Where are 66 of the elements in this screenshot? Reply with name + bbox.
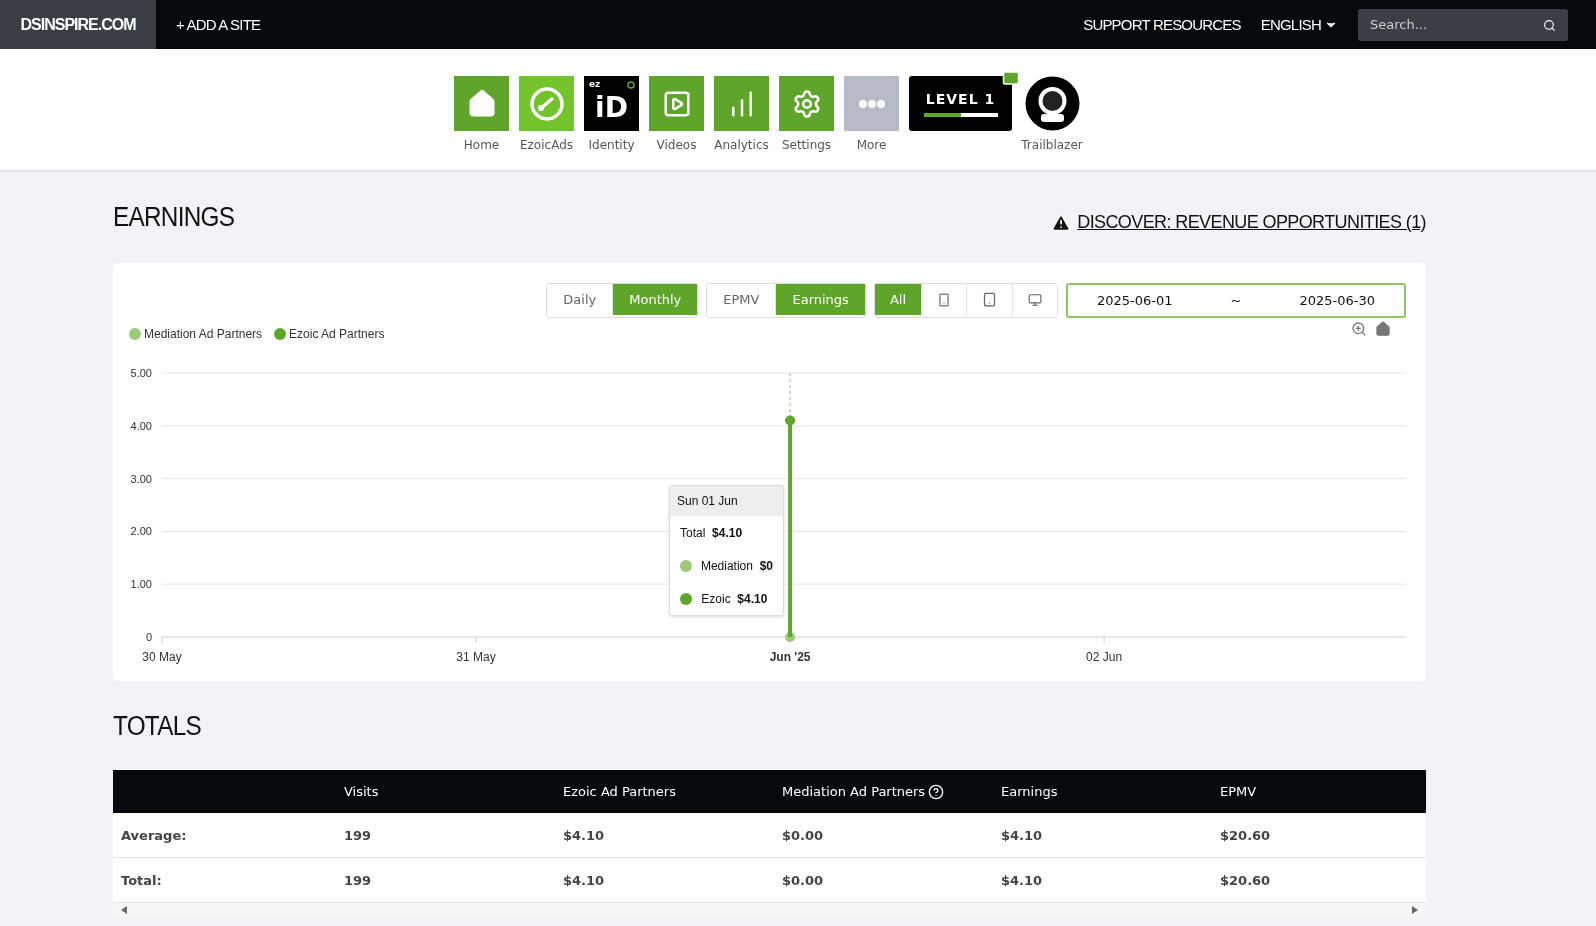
column-header: EPMV: [1220, 784, 1257, 799]
table-cell-text: $4.10: [563, 827, 606, 843]
more-icon: [858, 99, 885, 108]
tooltip-total: Total $4.10: [680, 526, 743, 540]
y-axis-label: 4.00: [130, 419, 152, 432]
home-icon[interactable]: [1375, 321, 1391, 337]
date-range-field[interactable]: 2025-06-01 ~ 2025-06-30: [1066, 283, 1406, 318]
language-dropdown[interactable]: ENGLISH: [1260, 16, 1338, 33]
search-icon: [1543, 18, 1556, 32]
legend-item[interactable]: Ezoic Ad Partners: [274, 327, 385, 341]
settings-icon: [791, 88, 822, 119]
x-axis-label: 31 May: [456, 650, 496, 664]
monitor-icon: [1028, 292, 1042, 307]
table-cell-text: $4.10: [1001, 872, 1044, 888]
discover-link[interactable]: DISCOVER: REVENUE OPPORTUNITIES (1): [1051, 212, 1426, 233]
support-link[interactable]: SUPPORT RESOURCES: [1083, 16, 1241, 33]
help-icon[interactable]: [928, 783, 945, 800]
table-cell-text: $0.00: [782, 827, 825, 843]
data-point: [785, 632, 796, 642]
table-cell-text: 199: [344, 872, 373, 888]
tooltip-date: Sun 01 Jun: [677, 494, 738, 508]
x-axis-label: 02 Jun: [1086, 650, 1123, 664]
level-badge[interactable]: LEVEL 1: [909, 76, 1012, 131]
gauge-icon: [528, 85, 565, 122]
trailblazer-tile[interactable]: Trailblazer: [1022, 76, 1082, 170]
y-axis-label: 5.00: [130, 367, 152, 379]
x-axis-label: Jun '25: [769, 650, 811, 664]
warning-icon: [1051, 212, 1072, 233]
device-tab[interactable]: [1012, 284, 1057, 315]
tablet-icon: [982, 292, 997, 307]
y-axis-label: 1.00: [130, 578, 152, 591]
column-header: Ezoic Ad Partners: [563, 784, 676, 799]
zoom-icon[interactable]: [1351, 321, 1367, 337]
tooltip-row-text: Ezoic $4.10: [700, 592, 768, 606]
table-cell-text: 199: [344, 827, 373, 843]
scroll-right-icon[interactable]: [1412, 906, 1418, 914]
table-cell-text: $0.00: [782, 872, 825, 888]
table-cell-text: $20.60: [1220, 872, 1272, 888]
row-label: Total:: [121, 872, 163, 888]
x-axis-label: 30 May: [142, 650, 182, 664]
tooltip-row-text: Mediation $0: [699, 559, 773, 573]
legend-item[interactable]: Mediation Ad Partners: [129, 327, 263, 341]
table-cell-text: $4.10: [1001, 827, 1044, 843]
scroll-left-icon[interactable]: [121, 906, 127, 914]
column-header: Earnings: [1001, 784, 1058, 799]
y-axis-label: 2.00: [130, 525, 152, 538]
data-point: [785, 415, 796, 426]
y-axis-label: 0: [145, 631, 152, 643]
phone-icon: [937, 292, 951, 307]
column-header: Visits: [344, 784, 379, 799]
level-title: LEVEL 1: [925, 90, 996, 107]
search-field[interactable]: Search...: [1358, 8, 1568, 41]
status-ring-icon: [627, 81, 635, 89]
home-icon: [466, 88, 497, 119]
add-site-link[interactable]: + ADD A SITE: [176, 16, 261, 33]
astronaut-icon: [1024, 76, 1080, 131]
table-cell-text: $20.60: [1220, 827, 1272, 843]
earnings-title: EARNINGS: [113, 202, 235, 233]
site-name[interactable]: DSINSPIRE.COM: [0, 0, 156, 49]
totals-title: TOTALS: [113, 711, 202, 742]
table-cell-text: $4.10: [563, 872, 606, 888]
row-label: Average:: [121, 827, 188, 843]
id-logo: iD: [595, 91, 628, 124]
column-header: Mediation Ad Partners: [782, 784, 926, 799]
ez-label: ez: [589, 79, 601, 89]
y-axis-label: 3.00: [130, 472, 152, 485]
